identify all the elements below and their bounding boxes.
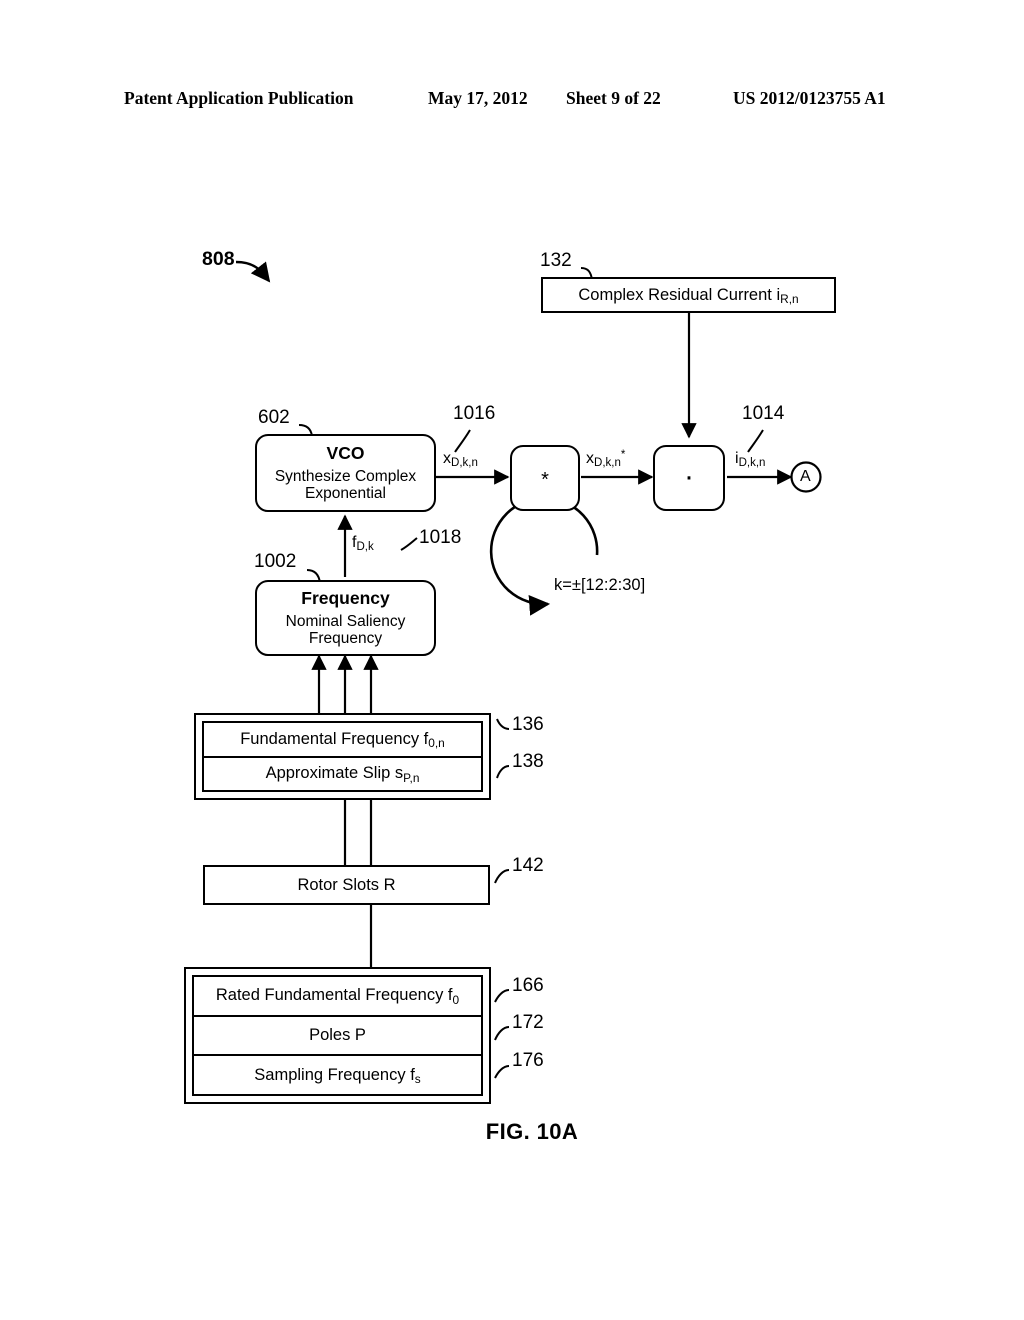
signal-label-vco-output: xD,k,n bbox=[443, 450, 478, 470]
ref-602: 602 bbox=[258, 407, 290, 428]
block-approximate-slip-label: Approximate Slip sP,n bbox=[265, 764, 420, 785]
block-rotor-slots-label: Rotor Slots R bbox=[297, 875, 396, 894]
block-rated-fundamental-frequency: Rated Fundamental Frequency f0 bbox=[194, 977, 481, 1017]
block-complex-residual-current: Complex Residual Current iR,n bbox=[541, 277, 836, 313]
block-approximate-slip: Approximate Slip sP,n bbox=[204, 758, 481, 791]
signal-label-conjugate-output: xD,k,n* bbox=[586, 449, 626, 470]
ref-142: 142 bbox=[512, 855, 544, 876]
block-rotor-slots: Rotor Slots R bbox=[203, 865, 490, 905]
group-fundamental-slip-inner: Fundamental Frequency f0,n Approximate S… bbox=[202, 721, 483, 792]
ref-166: 166 bbox=[512, 975, 544, 996]
block-multiply-operator: · bbox=[653, 445, 725, 511]
block-vco-title: VCO bbox=[326, 443, 365, 464]
ref-172: 172 bbox=[512, 1012, 544, 1033]
dot-multiply-icon: · bbox=[684, 460, 694, 493]
ref-138: 138 bbox=[512, 751, 544, 772]
ref-136: 136 bbox=[512, 714, 544, 735]
block-sampling-frequency-label: Sampling Frequency fs bbox=[254, 1065, 421, 1087]
block-vco-line1: Synthesize Complex bbox=[274, 467, 417, 485]
figure-caption: FIG. 10A bbox=[0, 1119, 1024, 1145]
group-rated-parameters: Rated Fundamental Frequency f0 Poles P S… bbox=[184, 967, 491, 1104]
ref-1014: 1014 bbox=[742, 403, 785, 424]
ref-1002: 1002 bbox=[254, 551, 297, 572]
block-poles-label: Poles P bbox=[309, 1026, 366, 1044]
block-sampling-frequency: Sampling Frequency fs bbox=[194, 1056, 481, 1094]
ref-1018: 1018 bbox=[419, 527, 462, 548]
block-poles: Poles P bbox=[194, 1017, 481, 1057]
ref-1016: 1016 bbox=[453, 403, 496, 424]
block-frequency: Frequency Nominal Saliency Frequency bbox=[255, 580, 436, 656]
block-fundamental-frequency: Fundamental Frequency f0,n bbox=[204, 723, 481, 758]
block-frequency-title: Frequency bbox=[301, 588, 390, 609]
figure-caption-text: FIG. 10A bbox=[485, 1119, 579, 1144]
asterisk-icon: * bbox=[541, 469, 549, 491]
block-vco: VCO Synthesize Complex Exponential bbox=[255, 434, 436, 512]
ref-176: 176 bbox=[512, 1050, 544, 1071]
group-fundamental-slip: Fundamental Frequency f0,n Approximate S… bbox=[194, 713, 491, 800]
figure-tag-808: 808 bbox=[202, 248, 235, 270]
loop-index-annotation: k=±[12:2:30] bbox=[554, 576, 646, 594]
block-conjugate-operator: * bbox=[510, 445, 580, 511]
block-frequency-line1: Nominal Saliency bbox=[285, 612, 406, 630]
block-complex-residual-current-label: Complex Residual Current iR,n bbox=[578, 285, 799, 307]
group-rated-parameters-inner: Rated Fundamental Frequency f0 Poles P S… bbox=[192, 975, 483, 1096]
signal-label-multiply-output: iD,k,n bbox=[735, 450, 766, 470]
block-fundamental-frequency-label: Fundamental Frequency f0,n bbox=[240, 729, 445, 751]
signal-label-frequency-output: fD,k bbox=[352, 534, 374, 554]
ref-132: 132 bbox=[540, 250, 572, 271]
block-rated-fundamental-frequency-label: Rated Fundamental Frequency f0 bbox=[215, 986, 460, 1007]
block-frequency-line2: Frequency bbox=[308, 630, 383, 648]
block-vco-line2: Exponential bbox=[304, 485, 386, 503]
connector-a-label: A bbox=[800, 468, 811, 485]
